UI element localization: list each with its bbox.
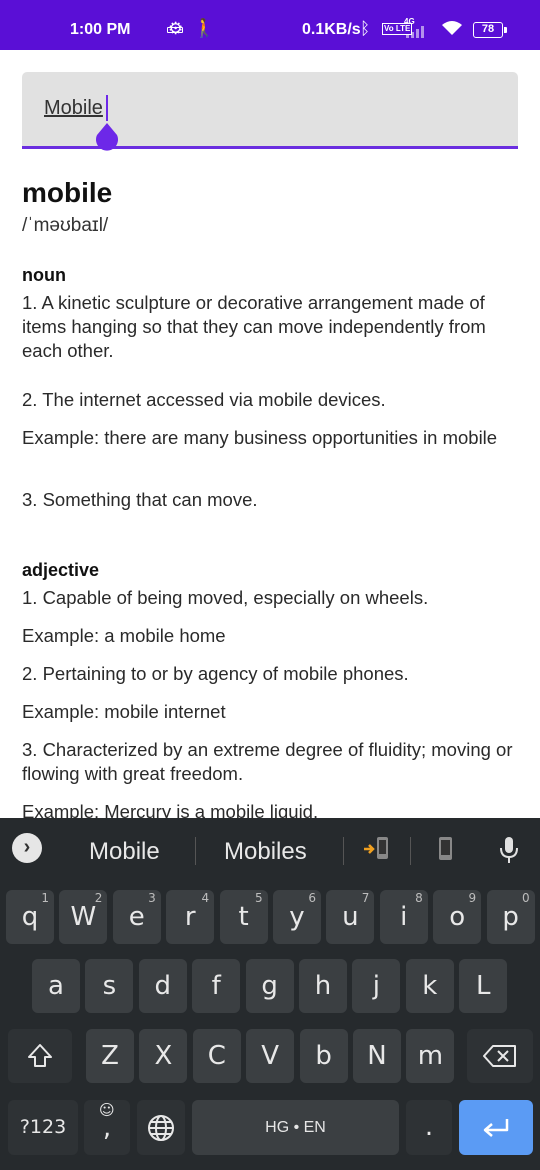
key-hint: 5 <box>254 891 263 905</box>
key-l[interactable]: l <box>459 959 508 1013</box>
key-label: q <box>21 902 39 932</box>
key-t[interactable]: t5 <box>219 890 268 944</box>
key-u[interactable]: u7 <box>326 890 375 944</box>
shift-key[interactable] <box>8 1029 72 1083</box>
key-label: e <box>128 902 145 932</box>
cursor-handle-icon[interactable] <box>93 123 121 155</box>
backspace-key[interactable] <box>467 1029 533 1083</box>
enter-key[interactable] <box>459 1100 533 1155</box>
adjective-definition-1: 1. Capable of being moved, especially on… <box>22 587 429 608</box>
phone-transfer-icon[interactable] <box>363 836 393 868</box>
suggestion-divider <box>343 837 344 865</box>
key-f[interactable]: f <box>192 959 241 1013</box>
noun-definition-1: 1. A kinetic sculpture or decorative arr… <box>22 292 486 361</box>
key-label: i <box>400 902 408 932</box>
phonetic: /ˈməʊbaɪl/ <box>22 215 109 236</box>
key-g[interactable]: g <box>245 959 294 1013</box>
phone-icon[interactable] <box>438 836 454 868</box>
key-label: t <box>238 902 249 932</box>
signal-icon <box>406 26 430 38</box>
comma-key-label: , <box>102 1113 112 1143</box>
key-hint: 0 <box>521 891 530 905</box>
comma-key[interactable]: ☺ , <box>84 1100 130 1155</box>
key-label: u <box>342 902 359 932</box>
key-e[interactable]: e3 <box>112 890 161 944</box>
language-key[interactable] <box>137 1100 185 1155</box>
key-hint: 9 <box>468 891 477 905</box>
bluetooth-icon: ᛒ <box>360 19 371 38</box>
space-key[interactable]: HG • EN <box>192 1100 399 1155</box>
key-hint: 7 <box>361 891 370 905</box>
key-a[interactable]: a <box>32 959 80 1013</box>
status-bar: 1:00 PM ⚙ 🚶 0.1KB/s ᛒ Vo LTE 4G 78 <box>0 0 540 50</box>
adjective-example-1: Example: a mobile home <box>22 625 226 646</box>
key-v[interactable]: v <box>246 1029 295 1083</box>
key-j[interactable]: j <box>352 959 401 1013</box>
network-speed: 0.1KB/s <box>302 21 361 38</box>
key-m[interactable]: m <box>406 1029 455 1083</box>
key-hint: 2 <box>94 891 103 905</box>
key-w[interactable]: w2 <box>59 890 108 944</box>
key-z[interactable]: z <box>86 1029 134 1083</box>
key-c[interactable]: c <box>192 1029 241 1083</box>
network-type: 4G <box>404 17 415 26</box>
key-h[interactable]: h <box>299 959 347 1013</box>
chevron-right-icon[interactable]: › <box>12 833 42 863</box>
walking-icon: 🚶 <box>193 18 216 38</box>
key-hint: 4 <box>201 891 210 905</box>
key-r[interactable]: r4 <box>166 890 215 944</box>
key-q[interactable]: q1 <box>6 890 54 944</box>
suggestion-2[interactable]: Mobiles <box>224 838 307 866</box>
key-y[interactable]: y6 <box>273 890 321 944</box>
adjective-label: adjective <box>22 560 100 580</box>
key-label: w <box>70 902 97 932</box>
symbols-key[interactable]: ?123 <box>8 1100 78 1155</box>
key-label: y <box>289 902 305 932</box>
key-label: r <box>184 902 196 932</box>
key-label: o <box>449 902 466 932</box>
key-hint: 3 <box>148 891 156 905</box>
suggestion-1[interactable]: Mobile <box>89 838 160 866</box>
text-cursor <box>106 95 108 121</box>
key-label: p <box>502 902 519 932</box>
gear-icon: ⚙ <box>168 19 184 38</box>
battery-icon: 78 <box>473 22 507 38</box>
noun-example-2: Example: there are many business opportu… <box>22 427 498 448</box>
adjective-example-2: Example: mobile internet <box>22 701 226 722</box>
noun-label: noun <box>22 265 66 285</box>
wifi-icon <box>441 20 463 41</box>
key-b[interactable]: b <box>299 1029 348 1083</box>
key-k[interactable]: k <box>405 959 454 1013</box>
key-hint: 1 <box>41 891 49 905</box>
key-d[interactable]: d <box>138 959 187 1013</box>
key-hint: 6 <box>308 891 316 905</box>
period-key[interactable]: . <box>406 1100 452 1155</box>
suggestion-divider <box>410 837 411 865</box>
noun-definition-2: 2. The internet accessed via mobile devi… <box>22 389 386 410</box>
key-x[interactable]: x <box>139 1029 188 1083</box>
microphone-icon[interactable] <box>498 836 520 870</box>
key-s[interactable]: s <box>85 959 134 1013</box>
word-title: mobile <box>22 177 113 208</box>
search-input-value[interactable]: Mobile <box>44 97 103 120</box>
key-p[interactable]: p0 <box>486 890 535 944</box>
status-time: 1:00 PM <box>70 21 131 38</box>
key-n[interactable]: n <box>353 1029 401 1083</box>
adjective-definition-2: 2. Pertaining to or by agency of mobile … <box>22 663 409 684</box>
suggestion-divider <box>195 837 196 865</box>
key-o[interactable]: o9 <box>433 890 482 944</box>
noun-definition-3: 3. Something that can move. <box>22 489 258 510</box>
key-i[interactable]: i8 <box>379 890 428 944</box>
adjective-definition-3: 3. Characterized by an extreme degree of… <box>22 739 513 784</box>
key-hint: 8 <box>415 891 423 905</box>
